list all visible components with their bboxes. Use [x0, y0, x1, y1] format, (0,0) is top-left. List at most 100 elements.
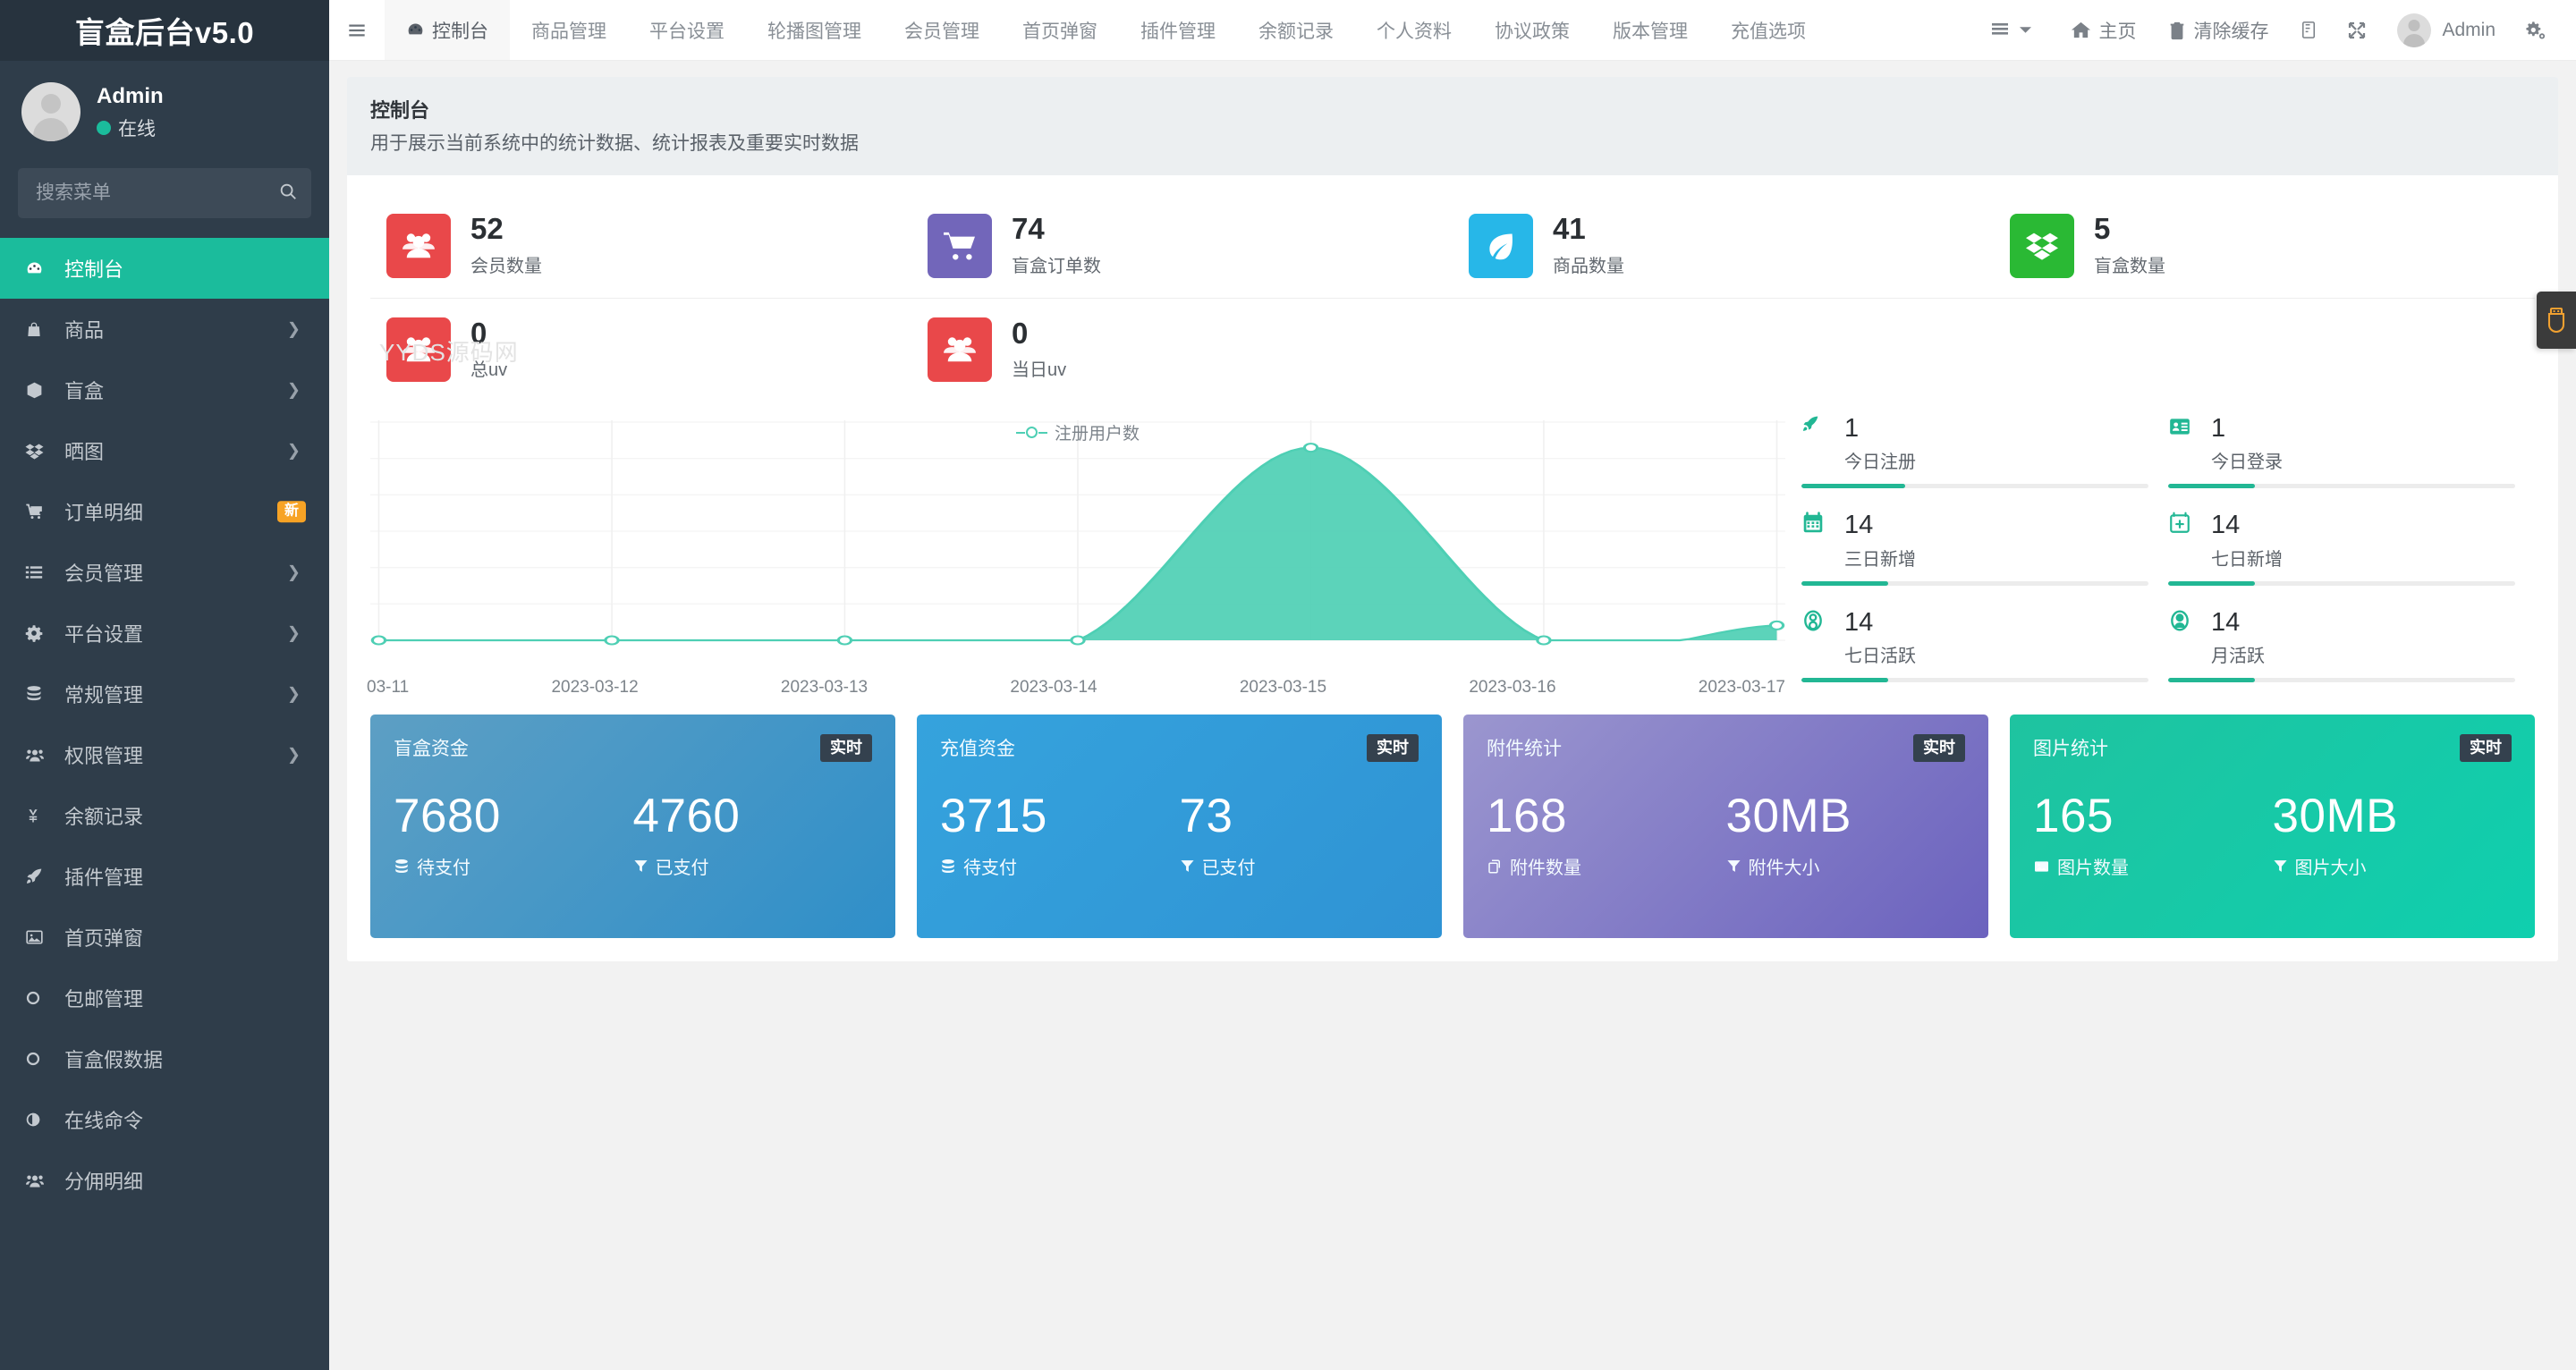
x-tick-label: 2023-03-14 — [1010, 678, 1097, 697]
trash-icon — [2168, 21, 2186, 40]
status-badge: 实时 — [820, 734, 872, 762]
sidebar-item-6[interactable]: 平台设置 ❯ — [0, 603, 329, 664]
sidebar-item-label: 会员管理 — [64, 562, 144, 585]
fullscreen-icon[interactable] — [2333, 0, 2381, 61]
clear-cache-button[interactable]: 清除缓存 — [2152, 0, 2284, 61]
user-menu-button[interactable]: Admin — [2381, 0, 2512, 61]
tab-3[interactable]: 轮播图管理 — [746, 0, 883, 60]
hamburger-icon[interactable] — [329, 0, 385, 60]
chart-legend[interactable]: 注册用户数 — [370, 420, 1785, 444]
stat-tile-3[interactable]: 5 盲盒数量 — [1994, 195, 2535, 299]
chevron-right-icon: ❯ — [286, 562, 301, 581]
side-stat-label: 七日新增 — [2211, 549, 2283, 570]
tab-5[interactable]: 首页弹窗 — [1001, 0, 1119, 60]
sidebar-logo[interactable]: 盲盒后台v5.0 — [0, 0, 329, 61]
box-icon — [25, 381, 59, 400]
side-stat-2[interactable]: 14 三日新增 — [1801, 512, 2168, 608]
tab-7[interactable]: 余额记录 — [1237, 0, 1355, 60]
sidebar-item-4[interactable]: 订单明细 新 — [0, 481, 329, 542]
clear-cache-label: 清除缓存 — [2193, 21, 2269, 42]
side-stat-1[interactable]: 1 今日登录 — [2168, 415, 2535, 512]
sidebar-item-11[interactable]: 首页弹窗 — [0, 907, 329, 968]
sidebar-item-7[interactable]: 常规管理 ❯ — [0, 664, 329, 724]
progress-bar — [1801, 580, 2148, 586]
sidebar-item-label: 常规管理 — [64, 684, 144, 706]
page-subtitle: 用于展示当前系统中的统计数据、统计报表及重要实时数据 — [370, 133, 859, 154]
tab-11[interactable]: 充值选项 — [1709, 0, 1827, 60]
progress-bar — [2168, 484, 2515, 489]
bag-icon — [25, 320, 59, 339]
sidebar-item-10[interactable]: 插件管理 — [0, 846, 329, 907]
side-stat-5[interactable]: 14 月活跃 — [2168, 608, 2535, 706]
topbar: 控制台 商品管理 平台设置 轮播图管理 会员管理 首页弹窗 插件管理 余额记录 个人资料 协议政策… — [329, 0, 2576, 61]
side-stat-label: 七日活跃 — [1844, 647, 1916, 667]
search-input[interactable] — [36, 182, 278, 204]
sidebar-item-1[interactable]: 商品 ❯ — [0, 299, 329, 359]
chevron-right-icon: ❯ — [286, 745, 301, 764]
stat-label: 商品数量 — [1553, 256, 1624, 276]
tab-0[interactable]: 控制台 — [385, 0, 510, 60]
sidebar-item-8[interactable]: 权限管理 ❯ — [0, 724, 329, 785]
status-badge: 实时 — [1367, 734, 1419, 762]
funnel-icon — [1180, 858, 1195, 874]
gears-icon[interactable] — [2512, 0, 2560, 61]
legend-marker-icon — [1015, 427, 1047, 438]
group-icon — [386, 213, 451, 278]
tab-6[interactable]: 插件管理 — [1119, 0, 1237, 60]
side-stat-4[interactable]: 14 七日活跃 — [1801, 608, 2168, 706]
sidebar-item-3[interactable]: 晒图 ❯ — [0, 420, 329, 481]
tab-1[interactable]: 商品管理 — [510, 0, 628, 60]
sidebar-item-label: 晒图 — [64, 441, 105, 463]
x-tick-label: 2023-03-15 — [1239, 678, 1327, 697]
sidebar-item-14[interactable]: 在线命令 — [0, 1089, 329, 1150]
summary-left-value: 165 — [2033, 790, 2114, 842]
search-icon[interactable] — [278, 182, 298, 205]
dashboard-card: 控制台 用于展示当前系统中的统计数据、统计报表及重要实时数据 YYDS源码网 5… — [347, 77, 2558, 962]
tab-8[interactable]: 个人资料 — [1355, 0, 1473, 60]
summary-card-title: 充值资金 — [940, 739, 1015, 760]
sidebar-search[interactable] — [18, 168, 311, 218]
stat-tiles: 52 会员数量 74 盲盒订单数 41 商品数量 5 盲盒数量 0 总uv 0 当日uv — [370, 195, 2535, 402]
sidebar-item-13[interactable]: 盲盒假数据 — [0, 1028, 329, 1089]
online-status-dot — [97, 120, 111, 135]
stat-tile-2[interactable]: 41 商品数量 — [1453, 195, 1994, 299]
tab-10[interactable]: 版本管理 — [1591, 0, 1709, 60]
summary-left-value: 3715 — [940, 790, 1047, 842]
usb-plugin-icon[interactable] — [2537, 292, 2576, 349]
stat-tile-5[interactable]: 0 当日uv — [911, 299, 1453, 402]
funnel-icon — [633, 858, 648, 874]
stat-tile-1[interactable]: 74 盲盒订单数 — [911, 195, 1453, 299]
tab-9[interactable]: 协议政策 — [1473, 0, 1591, 60]
sidebar-profile[interactable]: Admin 在线 — [0, 61, 329, 161]
home-button[interactable]: 主页 — [2055, 0, 2152, 61]
sidebar-item-2[interactable]: 盲盒 ❯ — [0, 359, 329, 420]
stat-label: 盲盒订单数 — [1012, 256, 1101, 276]
summary-card-0[interactable]: 盲盒资金 实时 7680 待支付 4760 已支付 — [370, 715, 895, 939]
summary-card-3[interactable]: 图片统计 实时 165 图片数量 30MB 图片大小 — [2010, 715, 2535, 939]
stat-value: 0 — [470, 316, 487, 350]
summary-card-1[interactable]: 充值资金 实时 3715 待支付 73 已支付 — [917, 715, 1442, 939]
tab-4[interactable]: 会员管理 — [883, 0, 1001, 60]
sidebar-item-12[interactable]: 包邮管理 — [0, 968, 329, 1028]
stat-tile-4[interactable]: 0 总uv — [370, 299, 911, 402]
side-stat-label: 三日新增 — [1844, 549, 1916, 570]
menu-toggle-button[interactable] — [1975, 0, 2055, 61]
summary-card-2[interactable]: 附件统计 实时 168 附件数量 30MB 附件大小 — [1463, 715, 1988, 939]
sidebar-item-label: 分佣明细 — [64, 1171, 144, 1193]
sidebar-item-15[interactable]: 分佣明细 — [0, 1150, 329, 1211]
summary-left-label: 图片数量 — [2057, 858, 2129, 878]
group-icon — [386, 317, 451, 382]
sidebar-item-9[interactable]: 余额记录 — [0, 785, 329, 846]
theme-icon[interactable] — [2284, 0, 2333, 61]
tab-2[interactable]: 平台设置 — [628, 0, 746, 60]
summary-left-label: 待支付 — [963, 858, 1017, 878]
chart-column: 注册用户数 03-11 2023-03-12 2023-03-13 2023-03-1… — [367, 415, 1792, 706]
side-stat-3[interactable]: 14 七日新增 — [2168, 512, 2535, 608]
sidebar-item-5[interactable]: 会员管理 ❯ — [0, 542, 329, 603]
stat-tile-empty — [1994, 299, 2535, 402]
side-stat-0[interactable]: 1 今日注册 — [1801, 415, 2168, 512]
circle-icon — [25, 990, 59, 1006]
stat-tile-0[interactable]: 52 会员数量 — [370, 195, 911, 299]
sidebar-item-0[interactable]: 控制台 — [0, 238, 329, 299]
tab-label: 轮播图管理 — [767, 21, 861, 42]
